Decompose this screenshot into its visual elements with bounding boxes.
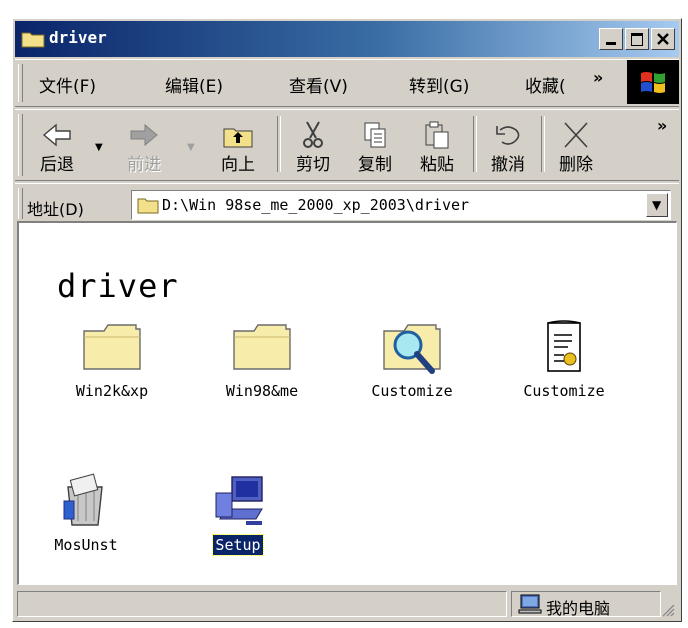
menu-file[interactable]: 文件(F) bbox=[39, 72, 96, 97]
window-title: driver bbox=[49, 28, 107, 47]
up-folder-icon bbox=[223, 128, 253, 148]
forward-label: 前进 bbox=[127, 155, 161, 175]
file-item-mosunst[interactable]: MosUnst bbox=[19, 473, 161, 555]
file-item-setup[interactable]: Setup bbox=[163, 473, 313, 556]
windows-flag-icon bbox=[641, 72, 665, 93]
title-bar[interactable]: driver bbox=[15, 21, 679, 57]
file-item-customize[interactable]: Customize bbox=[489, 319, 639, 401]
scissors-icon bbox=[303, 121, 323, 148]
forward-arrow-icon bbox=[130, 123, 158, 147]
up-label: 向上 bbox=[221, 155, 255, 175]
delete-button[interactable]: 删除 bbox=[547, 116, 605, 175]
undo-label: 撤消 bbox=[491, 155, 525, 175]
config-file-icon bbox=[547, 320, 581, 372]
toolbar-separator bbox=[473, 116, 477, 172]
forward-button[interactable]: 前进 bbox=[109, 116, 179, 175]
toolbar-separator bbox=[277, 116, 281, 172]
windows-logo bbox=[627, 60, 679, 104]
menu-edit[interactable]: 编辑(E) bbox=[165, 72, 223, 97]
standard-toolbar: 后退 ▼ 前进 ▼ 向上 剪切 复制 粘贴 撤消 删除 » bbox=[15, 109, 679, 181]
address-bar: 地址(D) D:\Win 98se_me_2000_xp_2003\driver… bbox=[15, 183, 679, 223]
folder-item-customize[interactable]: Customize bbox=[337, 319, 487, 401]
menu-go[interactable]: 转到(G) bbox=[409, 72, 469, 97]
item-label: Customize bbox=[523, 382, 605, 400]
folder-icon bbox=[137, 198, 159, 214]
delete-label: 删除 bbox=[559, 155, 593, 175]
item-label: MosUnst bbox=[54, 536, 118, 554]
folder-icon bbox=[83, 324, 141, 370]
paste-label: 粘贴 bbox=[420, 155, 454, 175]
copy-icon bbox=[364, 122, 386, 148]
item-label: Setup bbox=[212, 534, 264, 556]
chevron-down-icon: ▼ bbox=[652, 198, 662, 212]
back-arrow-icon bbox=[42, 123, 71, 147]
item-label: Win98&me bbox=[225, 382, 299, 400]
address-label: 地址(D) bbox=[27, 200, 84, 219]
paste-icon bbox=[425, 121, 449, 149]
status-bar: 我的电脑 bbox=[17, 589, 677, 619]
cut-button[interactable]: 剪切 bbox=[283, 116, 343, 175]
menu-chevron-icon[interactable]: » bbox=[593, 68, 603, 87]
copy-button[interactable]: 复制 bbox=[345, 116, 405, 175]
back-label: 后退 bbox=[40, 155, 74, 175]
folder-item-win2kxp[interactable]: Win2k&xp bbox=[37, 319, 187, 401]
toolbar-chevron-icon[interactable]: » bbox=[657, 116, 667, 135]
item-label: Customize bbox=[371, 382, 453, 400]
maximize-icon bbox=[631, 33, 643, 46]
back-dropdown-icon[interactable]: ▼ bbox=[95, 142, 103, 153]
undo-icon bbox=[496, 126, 520, 145]
close-icon bbox=[657, 33, 669, 45]
forward-dropdown-icon[interactable]: ▼ bbox=[187, 142, 195, 153]
status-computer-label: 我的电脑 bbox=[546, 599, 611, 618]
minimize-icon bbox=[606, 42, 616, 45]
address-grip[interactable] bbox=[18, 188, 23, 219]
folder-icon bbox=[21, 32, 45, 48]
menu-view[interactable]: 查看(V) bbox=[289, 72, 348, 97]
status-pane-main bbox=[17, 591, 507, 617]
address-dropdown-button[interactable]: ▼ bbox=[646, 193, 668, 217]
copy-label: 复制 bbox=[358, 155, 392, 175]
paste-button[interactable]: 粘贴 bbox=[407, 116, 467, 175]
minimize-button[interactable] bbox=[599, 28, 623, 50]
menu-bar: 文件(F) 编辑(E) 查看(V) 转到(G) 收藏( » bbox=[15, 59, 679, 107]
folder-search-icon bbox=[383, 324, 441, 374]
undo-button[interactable]: 撤消 bbox=[479, 116, 537, 175]
explorer-window: driver 文件(F) 编辑(E) 查看(V) 转到(G) 收藏( » 后退 … bbox=[12, 18, 682, 622]
setup-computer-icon bbox=[215, 476, 263, 525]
uninstall-icon bbox=[63, 473, 103, 526]
folder-item-win98me[interactable]: Win98&me bbox=[187, 319, 337, 401]
up-button[interactable]: 向上 bbox=[205, 116, 271, 175]
resize-grip-icon[interactable] bbox=[661, 603, 675, 617]
folder-icon bbox=[233, 324, 291, 370]
toolbar-grip[interactable] bbox=[18, 114, 23, 176]
close-button[interactable] bbox=[651, 28, 675, 50]
back-button[interactable]: 后退 bbox=[25, 116, 89, 175]
maximize-button[interactable] bbox=[625, 28, 649, 50]
folder-title: driver bbox=[57, 267, 179, 305]
status-pane-zone: 我的电脑 bbox=[511, 591, 661, 618]
folder-view[interactable]: driver Win2k&xp Win98&me Customize Custo… bbox=[17, 221, 677, 585]
cut-label: 剪切 bbox=[296, 155, 330, 175]
address-value: D:\Win 98se_me_2000_xp_2003\driver bbox=[162, 196, 470, 214]
menu-favorites[interactable]: 收藏( bbox=[525, 72, 566, 97]
computer-icon bbox=[518, 594, 542, 614]
delete-x-icon bbox=[564, 122, 588, 148]
toolbar-separator bbox=[541, 116, 545, 172]
item-label: Win2k&xp bbox=[75, 382, 149, 400]
menu-grip[interactable] bbox=[18, 64, 23, 102]
address-input[interactable]: D:\Win 98se_me_2000_xp_2003\driver ▼ bbox=[131, 190, 671, 220]
